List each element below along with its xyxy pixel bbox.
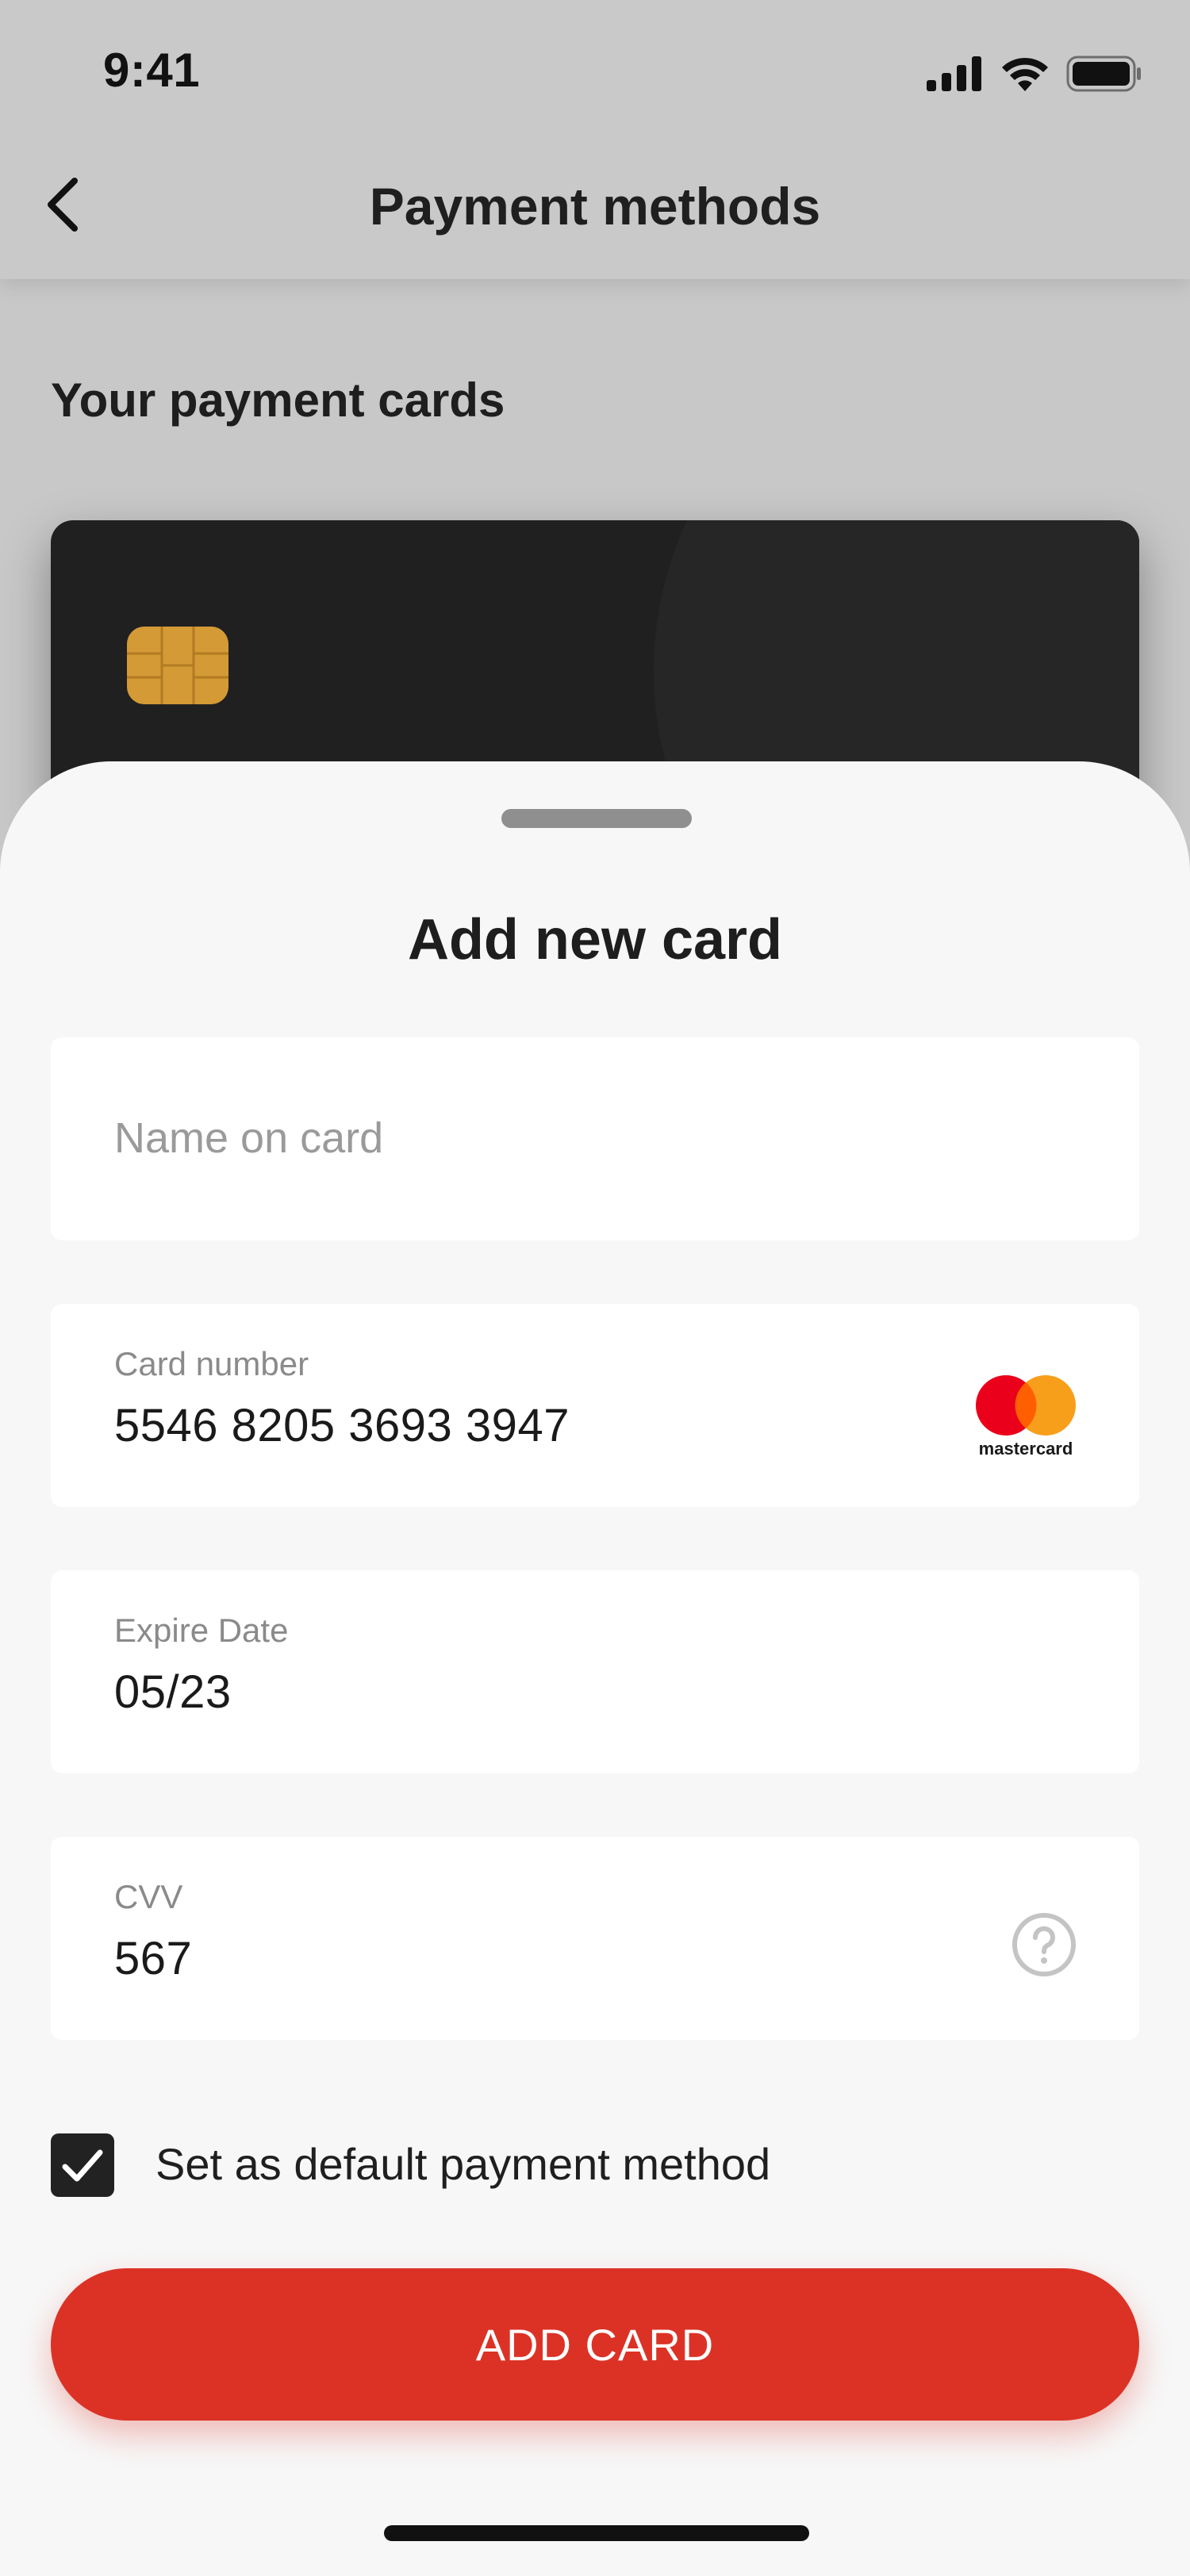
battery-icon — [1066, 56, 1141, 92]
expire-date-label: Expire Date — [114, 1612, 289, 1649]
sheet-drag-handle[interactable] — [501, 809, 692, 828]
expire-date-field[interactable]: Expire Date 05/23 — [51, 1570, 1139, 1773]
sheet-title: Add new card — [407, 908, 783, 972]
add-card-button[interactable]: ADD CARD — [51, 2268, 1139, 2421]
mastercard-wordmark: mastercard — [978, 1439, 1073, 1459]
card-chip-icon — [127, 627, 228, 704]
wifi-icon — [1002, 57, 1048, 91]
default-payment-checkbox[interactable] — [51, 2133, 114, 2197]
card-number-field[interactable]: Card number 5546 8205 3693 3947 masterca… — [51, 1304, 1139, 1507]
status-icons — [927, 52, 1142, 95]
expire-date-value: 05/23 — [114, 1666, 232, 1718]
card-number-value: 5546 8205 3693 3947 — [114, 1400, 570, 1451]
name-on-card-placeholder: Name on card — [114, 1114, 384, 1162]
cvv-value: 567 — [114, 1933, 193, 1984]
status-time: 9:41 — [103, 44, 201, 97]
name-on-card-field[interactable]: Name on card — [51, 1037, 1139, 1240]
cvv-label: CVV — [114, 1878, 183, 1915]
home-indicator — [384, 2525, 809, 2541]
question-circle-icon[interactable] — [1011, 1911, 1077, 1978]
page-title: Payment methods — [369, 177, 821, 236]
section-title: Your payment cards — [51, 374, 505, 427]
checkmark-icon — [62, 2149, 103, 2182]
default-payment-label[interactable]: Set as default payment method — [155, 2138, 770, 2190]
cvv-field[interactable]: CVV 567 — [51, 1837, 1139, 2040]
mastercard-logo-icon: mastercard — [974, 1374, 1077, 1459]
card-number-label: Card number — [114, 1345, 309, 1382]
app-header — [0, 0, 1190, 279]
signal-icon — [927, 56, 981, 91]
